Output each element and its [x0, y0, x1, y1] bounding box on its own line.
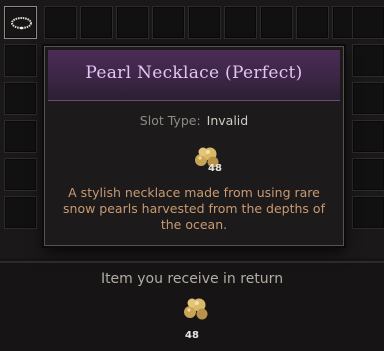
- return-count: 48: [185, 330, 199, 341]
- inventory-slot[interactable]: [188, 6, 221, 39]
- item-tooltip: Pearl Necklace (Perfect) Slot Type: Inval…: [44, 46, 344, 246]
- item-title: Pearl Necklace (Perfect): [85, 63, 303, 83]
- inventory-slot[interactable]: [4, 158, 37, 191]
- inventory-slot[interactable]: [352, 44, 384, 77]
- slot-type-line: Slot Type: Invalid: [45, 113, 343, 128]
- inventory-slot[interactable]: [152, 6, 185, 39]
- inventory-slot[interactable]: [4, 196, 37, 229]
- inventory-slot[interactable]: [224, 6, 257, 39]
- necklace-icon: [11, 17, 32, 30]
- inventory-slot[interactable]: [352, 6, 384, 39]
- section-divider: [0, 261, 384, 263]
- return-label: Item you receive in return: [100, 271, 284, 287]
- inventory-slot[interactable]: [352, 196, 384, 229]
- inventory-slot[interactable]: [352, 120, 384, 153]
- slot-type-label: Slot Type:: [139, 113, 201, 128]
- inventory-slot[interactable]: [116, 6, 149, 39]
- inventory-slot[interactable]: [4, 44, 37, 77]
- inventory-slot[interactable]: [352, 82, 384, 115]
- inventory-slot[interactable]: [352, 158, 384, 191]
- inventory-slot[interactable]: [4, 82, 37, 115]
- item-description: A stylish necklace made from using rare …: [63, 185, 325, 232]
- inventory-slot[interactable]: [44, 6, 77, 39]
- pearl-cluster-icon: [184, 298, 208, 320]
- tooltip-header: Pearl Necklace (Perfect): [48, 50, 340, 101]
- inventory-slot[interactable]: [4, 120, 37, 153]
- inventory-slot[interactable]: [260, 6, 293, 39]
- material-count: 48: [208, 163, 222, 174]
- slot-type-value: Invalid: [206, 113, 249, 128]
- inventory-slot[interactable]: [80, 6, 113, 39]
- inventory-slot[interactable]: [296, 6, 329, 39]
- inventory-slot-selected[interactable]: [4, 6, 37, 39]
